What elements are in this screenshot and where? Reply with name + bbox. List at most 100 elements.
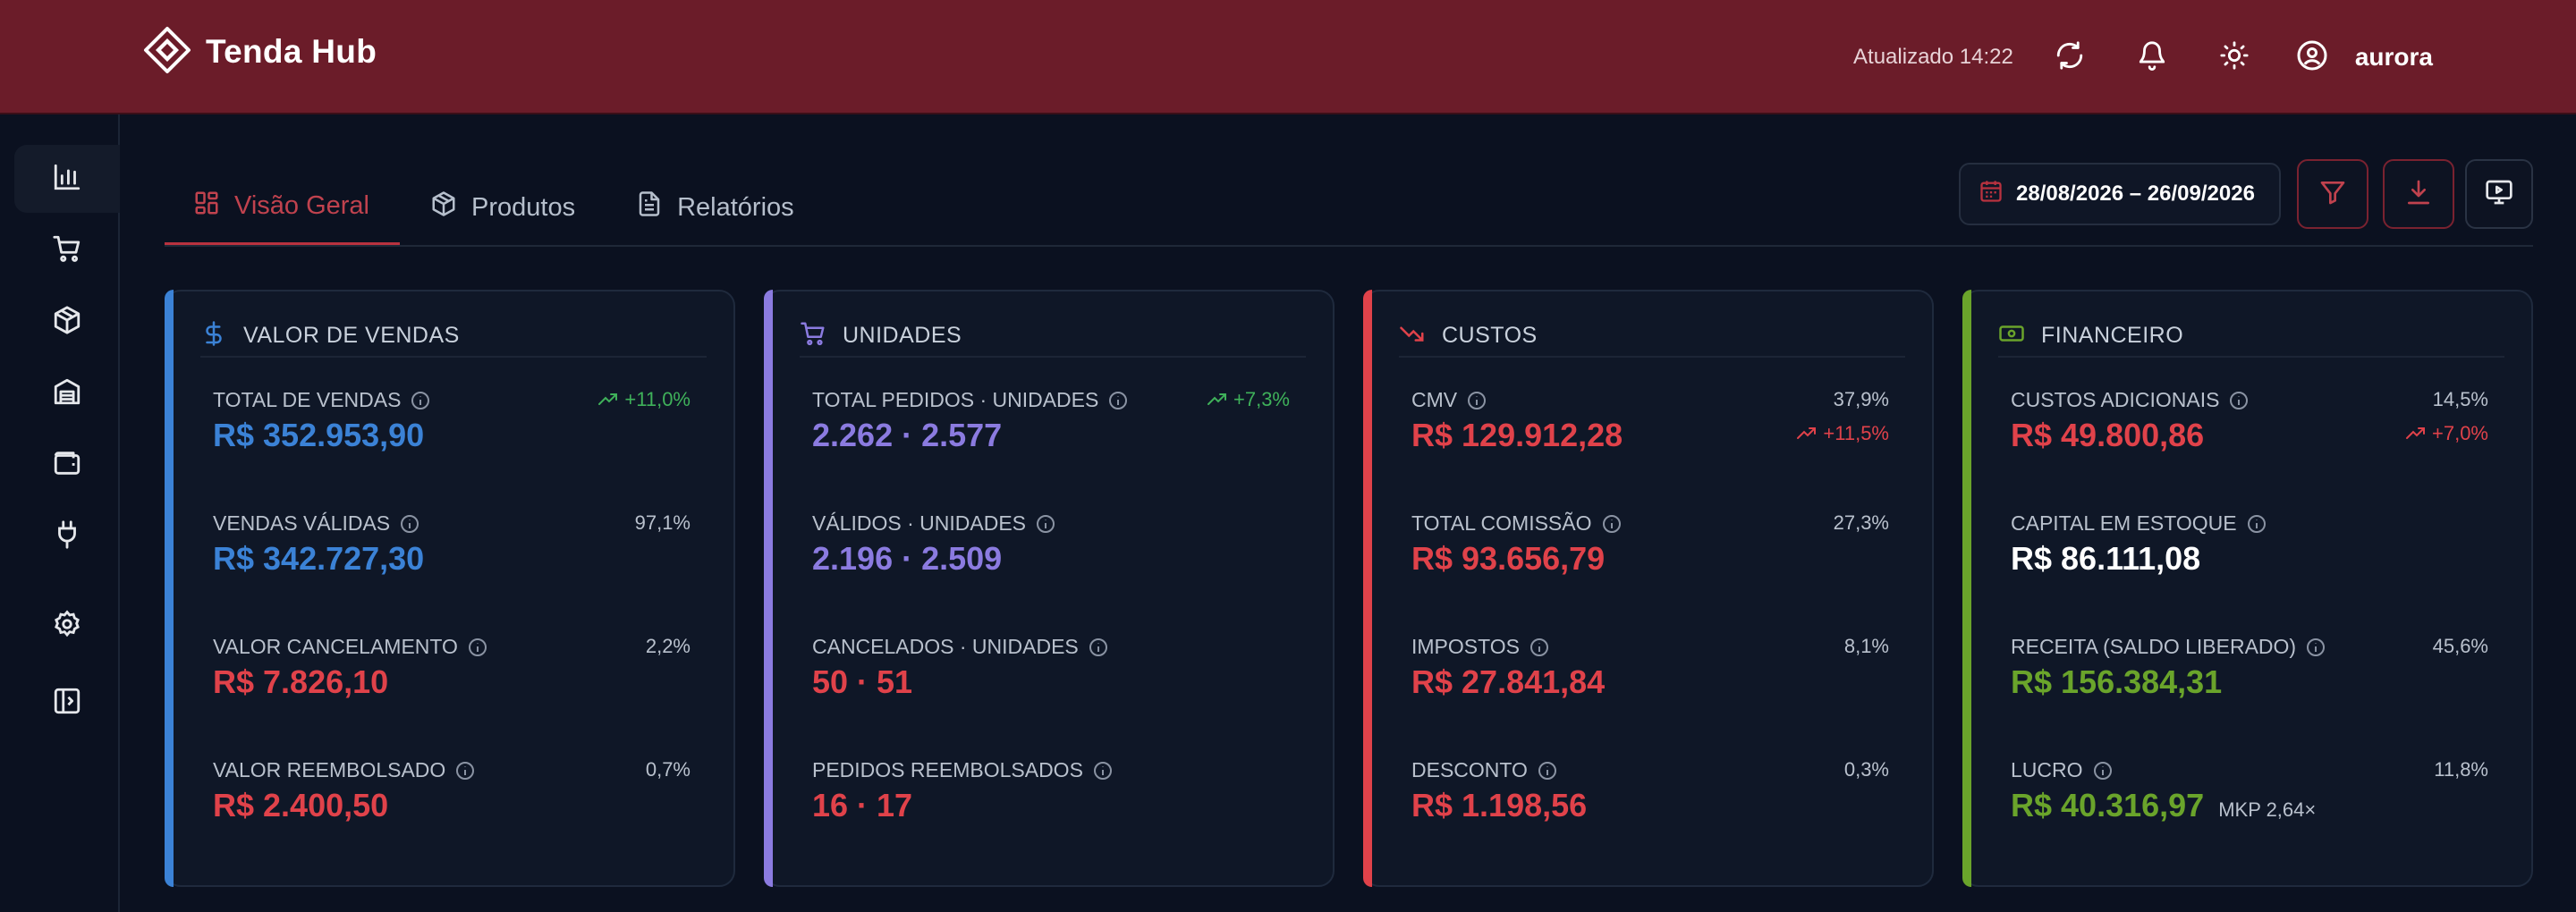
sidebar-collapse-button[interactable] <box>14 669 120 737</box>
wallet-icon <box>52 448 82 483</box>
refresh-button[interactable] <box>2049 37 2090 78</box>
banknote-icon <box>1998 320 2041 351</box>
info-icon[interactable] <box>1601 513 1623 535</box>
metric-label: TOTAL COMISSÃO <box>1411 511 1592 535</box>
metric-percent: 37,9% <box>1833 388 1889 410</box>
tabs-divider <box>165 245 2533 247</box>
user-circle-icon <box>2296 39 2355 76</box>
metric-value: R$ 1.198,56 <box>1411 787 1588 823</box>
trending-up-icon <box>2406 427 2425 439</box>
metric-label: VÁLIDOS · UNIDADES <box>812 511 1026 535</box>
metric-value: R$ 86.111,08 <box>2011 540 2201 577</box>
cart-icon <box>52 233 82 268</box>
card-accent-bar <box>1363 290 1372 887</box>
metric-percent: 45,6% <box>2432 635 2488 657</box>
sidebar-item-dashboard[interactable] <box>14 145 120 213</box>
warehouse-icon <box>52 376 82 411</box>
refresh-icon <box>2055 40 2085 75</box>
info-icon[interactable] <box>410 390 431 411</box>
metric-label: VALOR REEMBOLSADO <box>213 758 446 781</box>
metric-value: R$ 40.316,97 <box>2011 787 2205 823</box>
trending-up-icon <box>598 393 618 405</box>
package-icon <box>52 305 82 340</box>
user-menu[interactable]: aurora <box>2296 39 2433 76</box>
metric-value: R$ 93.656,79 <box>1411 540 1606 577</box>
sales-value-card: VALOR DE VENDAS TOTAL DE VENDAS +11,0% R… <box>165 290 735 887</box>
sidebar-item-warehouse[interactable] <box>14 359 120 427</box>
info-icon[interactable] <box>1107 390 1129 411</box>
metric-label: IMPOSTOS <box>1411 635 1520 658</box>
sidebar-item-products[interactable] <box>14 288 120 356</box>
metric-value: R$ 156.384,31 <box>2011 663 2223 700</box>
metric-percent: 2,2% <box>645 635 691 657</box>
metric-value: 16 · 17 <box>812 787 913 823</box>
info-icon[interactable] <box>1529 637 1550 658</box>
metric-value: R$ 49.800,86 <box>2011 417 2205 453</box>
package-icon <box>430 190 471 224</box>
logo-icon <box>143 26 191 79</box>
metric-inventory-capital: CAPITAL EM ESTOQUE R$ 86.111,08 <box>2011 511 2488 610</box>
theme-toggle-button[interactable] <box>2214 37 2255 78</box>
metric-delta: +11,5% <box>1823 422 1889 444</box>
tab-products[interactable]: Produtos <box>400 170 606 245</box>
metric-cmv: CMV 37,9% +11,5% R$ 129.912,28 <box>1411 388 1889 486</box>
info-icon[interactable] <box>2092 760 2114 781</box>
top-bar: Tenda Hub Atualizado 14:22 aurora <box>0 0 2576 114</box>
bar-chart-icon <box>52 162 82 197</box>
metric-label: TOTAL PEDIDOS · UNIDADES <box>812 388 1099 411</box>
info-icon[interactable] <box>2228 390 2250 411</box>
info-icon[interactable] <box>1092 760 1114 781</box>
metric-label: LUCRO <box>2011 758 2083 781</box>
info-icon[interactable] <box>1537 760 1558 781</box>
sidebar-item-wallet[interactable] <box>14 431 120 499</box>
metric-label: CANCELADOS · UNIDADES <box>812 635 1079 658</box>
tab-reports[interactable]: Relatórios <box>606 170 825 245</box>
panel-toggle-icon <box>52 686 82 721</box>
metric-percent: 11,8% <box>2434 758 2488 781</box>
dollar-icon <box>200 320 243 351</box>
metric-value: R$ 7.826,10 <box>213 663 389 700</box>
info-icon[interactable] <box>399 513 420 535</box>
info-icon[interactable] <box>1088 637 1109 658</box>
sidebar-item-integrations[interactable] <box>14 502 120 570</box>
trending-up-icon <box>1208 393 1226 405</box>
filter-button[interactable] <box>2297 159 2368 229</box>
bell-icon <box>2137 40 2167 75</box>
card-accent-bar <box>764 290 773 887</box>
info-icon[interactable] <box>1466 390 1487 411</box>
presentation-button[interactable] <box>2465 159 2533 229</box>
tab-reports-label: Relatórios <box>677 192 794 222</box>
metric-percent: 27,3% <box>1833 511 1889 534</box>
tab-overview[interactable]: Visão Geral <box>165 170 400 245</box>
view-tabs: Visão Geral Produtos Relatórios <box>165 170 825 245</box>
monitor-play-icon <box>2485 178 2513 211</box>
info-icon[interactable] <box>454 760 476 781</box>
brand[interactable]: Tenda Hub <box>143 26 377 79</box>
metric-value: R$ 129.912,28 <box>1411 417 1623 453</box>
sun-icon <box>2219 40 2250 75</box>
metric-refunded-orders: PEDIDOS REEMBOLSADOS 16 · 17 <box>812 758 1290 857</box>
notifications-button[interactable] <box>2131 37 2173 78</box>
info-icon[interactable] <box>467 637 488 658</box>
download-button[interactable] <box>2383 159 2454 229</box>
gear-icon <box>52 609 82 644</box>
info-icon[interactable] <box>2246 513 2267 535</box>
card-title: VALOR DE VENDAS <box>243 322 460 348</box>
metric-total-sales: TOTAL DE VENDAS +11,0% R$ 352.953,90 <box>213 388 691 486</box>
metric-label: CAPITAL EM ESTOQUE <box>2011 511 2237 535</box>
metric-label: PEDIDOS REEMBOLSADOS <box>812 758 1083 781</box>
units-card: UNIDADES TOTAL PEDIDOS · UNIDADES +7,3% … <box>764 290 1335 887</box>
sidebar-item-settings[interactable] <box>14 592 120 660</box>
metric-percent: 97,1% <box>634 511 691 534</box>
date-range-picker[interactable]: 28/08/2026 – 26/09/2026 <box>1959 163 2281 225</box>
sidebar <box>0 114 120 912</box>
metric-delta: +11,0% <box>624 388 691 410</box>
metric-revenue-released: RECEITA (SALDO LIBERADO) 45,6% R$ 156.38… <box>2011 635 2488 733</box>
metric-percent: 0,3% <box>1843 758 1889 781</box>
info-icon[interactable] <box>2305 637 2326 658</box>
metric-value: 2.196 · 2.509 <box>812 540 1003 577</box>
metric-delta: +7,0% <box>2432 422 2488 444</box>
metric-percent: 0,7% <box>645 758 691 781</box>
sidebar-item-orders[interactable] <box>14 216 120 284</box>
info-icon[interactable] <box>1035 513 1056 535</box>
